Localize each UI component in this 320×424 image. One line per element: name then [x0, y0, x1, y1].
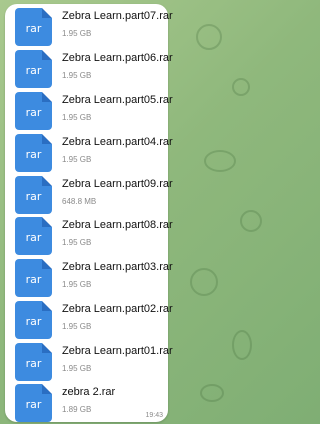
- file-name: Zebra Learn.part07.rar: [62, 10, 173, 22]
- file-name: Zebra Learn.part09.rar: [62, 178, 173, 190]
- file-size: 1.95 GB: [62, 71, 92, 80]
- file-icon[interactable]: rar: [15, 8, 52, 46]
- background-doodle: [232, 78, 250, 96]
- file-name: Zebra Learn.part03.rar: [62, 261, 173, 273]
- file-extension-label: rar: [25, 22, 42, 35]
- file-size: 1.95 GB: [62, 280, 92, 289]
- file-attachment[interactable]: rar Zebra Learn.part01.rar 1.95 GB: [5, 341, 173, 381]
- file-size: 1.89 GB: [62, 405, 92, 414]
- file-extension-label: rar: [25, 64, 42, 77]
- file-size: 1.95 GB: [62, 29, 92, 38]
- file-extension-label: rar: [25, 148, 42, 161]
- file-name: zebra 2.rar: [62, 386, 116, 398]
- file-icon[interactable]: rar: [15, 92, 52, 130]
- file-size: 1.95 GB: [62, 238, 92, 247]
- file-size: 1.95 GB: [62, 113, 92, 122]
- file-attachment[interactable]: rar Zebra Learn.part05.rar 1.95 GB: [5, 90, 173, 130]
- file-icon[interactable]: rar: [15, 217, 52, 255]
- file-name: Zebra Learn.part01.rar: [62, 345, 173, 357]
- file-name: Zebra Learn.part05.rar: [62, 94, 173, 106]
- file-extension-label: rar: [25, 273, 42, 286]
- file-attachment[interactable]: rar Zebra Learn.part03.rar 1.95 GB: [5, 257, 173, 297]
- file-attachment[interactable]: rar Zebra Learn.part09.rar 648.8 MB: [5, 174, 173, 214]
- file-icon[interactable]: rar: [15, 176, 52, 214]
- file-attachment[interactable]: rar Zebra Learn.part08.rar 1.95 GB: [5, 215, 173, 255]
- file-icon[interactable]: rar: [15, 134, 52, 172]
- file-icon[interactable]: rar: [15, 259, 52, 297]
- file-extension-label: rar: [25, 190, 42, 203]
- file-size: 1.95 GB: [62, 322, 92, 331]
- file-size: 1.95 GB: [62, 364, 92, 373]
- file-attachment[interactable]: rar Zebra Learn.part07.rar 1.95 GB: [5, 6, 173, 46]
- file-size: 648.8 MB: [62, 197, 97, 206]
- file-size: 1.95 GB: [62, 155, 92, 164]
- background-doodle: [240, 210, 262, 232]
- file-attachment[interactable]: rar zebra 2.rar 1.89 GB: [5, 382, 168, 422]
- background-doodle: [204, 150, 236, 172]
- background-doodle: [190, 268, 218, 296]
- file-extension-label: rar: [25, 398, 42, 411]
- file-name: Zebra Learn.part04.rar: [62, 136, 173, 148]
- file-extension-label: rar: [25, 106, 42, 119]
- file-icon[interactable]: rar: [15, 301, 52, 339]
- file-attachment[interactable]: rar Zebra Learn.part06.rar 1.95 GB: [5, 48, 173, 88]
- file-icon[interactable]: rar: [15, 343, 52, 381]
- file-attachment[interactable]: rar Zebra Learn.part02.rar 1.95 GB: [5, 299, 173, 339]
- file-name: Zebra Learn.part08.rar: [62, 219, 173, 231]
- file-extension-label: rar: [25, 231, 42, 244]
- file-extension-label: rar: [25, 357, 42, 370]
- file-icon[interactable]: rar: [15, 50, 52, 88]
- background-doodle: [200, 384, 224, 402]
- file-extension-label: rar: [25, 315, 42, 328]
- file-name: Zebra Learn.part06.rar: [62, 52, 173, 64]
- file-attachment[interactable]: rar Zebra Learn.part04.rar 1.95 GB: [5, 132, 173, 172]
- file-icon[interactable]: rar: [15, 384, 52, 422]
- background-doodle: [232, 330, 252, 360]
- message-timestamp: 19:43: [145, 412, 163, 419]
- background-doodle: [196, 24, 222, 50]
- file-name: Zebra Learn.part02.rar: [62, 303, 173, 315]
- message-bubble: rar Zebra Learn.part07.rar 1.95 GB rar Z…: [5, 4, 173, 422]
